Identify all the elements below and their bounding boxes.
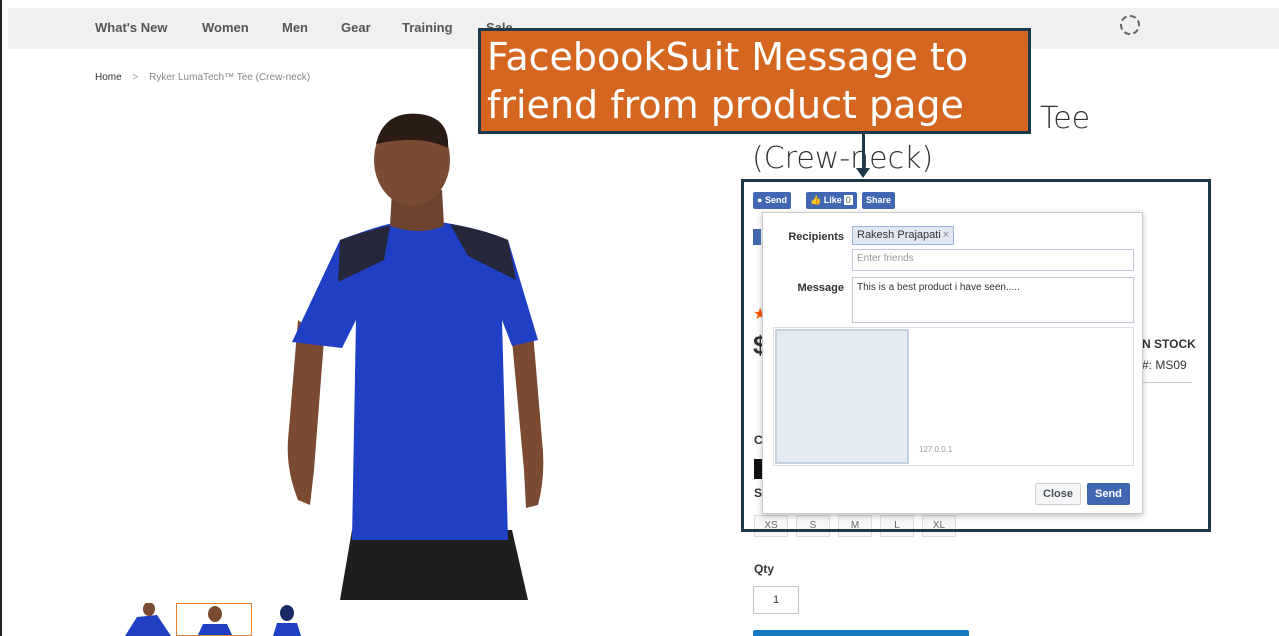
thumbnail-2[interactable] (176, 603, 252, 636)
product-title-line1: Tee (1040, 101, 1091, 136)
breadcrumb-current: Ryker LumaTech™ Tee (Crew-neck) (149, 72, 311, 83)
breadcrumb-separator: > (132, 72, 139, 83)
annotation-line-1: FacebookSuit Message to (487, 35, 969, 79)
thumbnail-3[interactable] (255, 603, 331, 636)
window-edge (0, 0, 2, 636)
arrow-down-icon (856, 168, 870, 178)
annotation-arrow (862, 134, 865, 172)
nav-item-women[interactable]: Women (202, 20, 249, 35)
annotation-callout: FacebookSuit Message to friend from prod… (478, 28, 1031, 134)
annotation-highlight-box (741, 179, 1211, 532)
nav-item-men[interactable]: Men (282, 20, 308, 35)
nav-item-gear[interactable]: Gear (341, 20, 371, 35)
thumbnail-1-image (125, 603, 173, 636)
qty-input[interactable]: 1 (753, 586, 799, 614)
breadcrumb-home[interactable]: Home (95, 72, 122, 83)
loading-spinner-icon (1120, 15, 1140, 35)
qty-label: Qty (754, 562, 775, 576)
product-title-line2: (Crew-neck) (752, 141, 934, 176)
nav-item-training[interactable]: Training (402, 20, 453, 35)
thumbnail-2-image (197, 606, 233, 635)
breadcrumb: Home > Ryker LumaTech™ Tee (Crew-neck) (95, 72, 310, 83)
thumbnail-3-image (273, 605, 301, 636)
thumbnail-1[interactable] (97, 603, 173, 636)
add-to-cart-button[interactable] (753, 630, 969, 636)
product-image[interactable] (280, 110, 570, 600)
annotation-line-2: friend from product page (487, 83, 964, 127)
nav-item-whats-new[interactable]: What's New (95, 20, 167, 35)
